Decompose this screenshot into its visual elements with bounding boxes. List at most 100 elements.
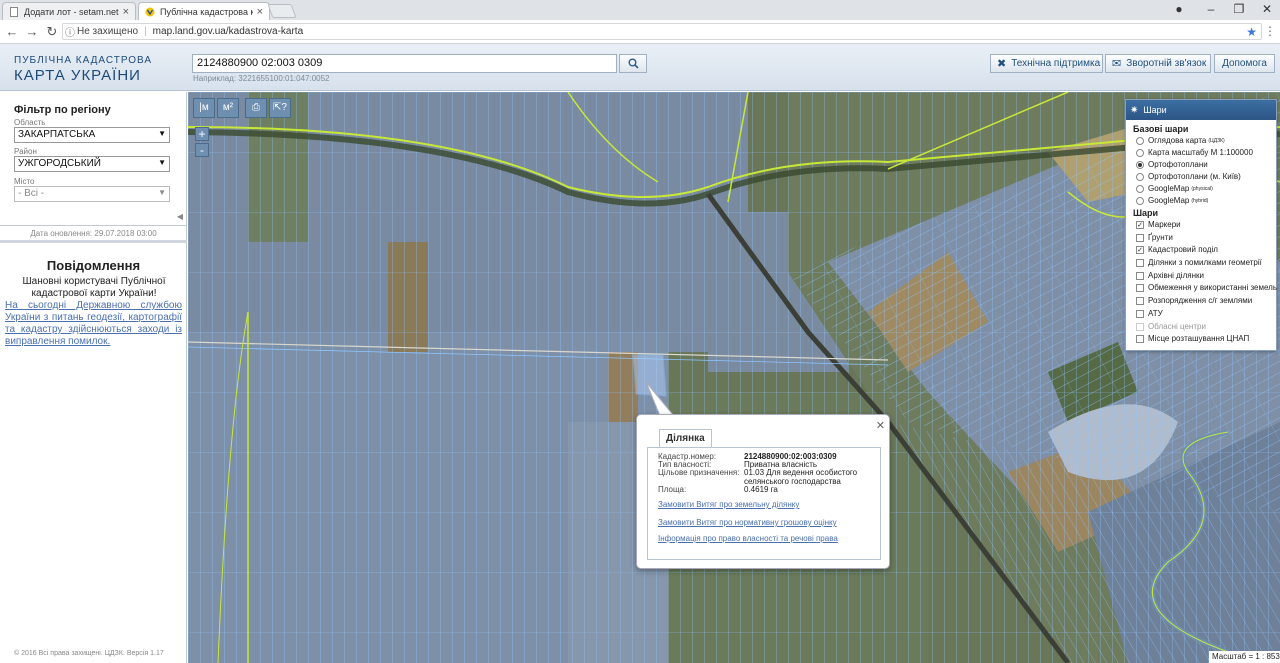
layer-markers[interactable]: ✓ Маркери: [1136, 220, 1181, 229]
layer-label: GoogleMap: [1148, 196, 1190, 205]
orthophoto-map: [188, 92, 1280, 663]
close-window-icon[interactable]: ✕: [1256, 2, 1278, 16]
layer-archive[interactable]: Архівні ділянки: [1136, 271, 1204, 280]
purpose-row: Цільове призначення: 01.03 Для ведення ос…: [658, 468, 872, 486]
checkbox-disabled: [1136, 322, 1144, 331]
cadastral-search-input[interactable]: 2124880900 02:003 0309: [192, 54, 617, 73]
browser-menu-icon[interactable]: ⋮: [1264, 24, 1276, 38]
back-icon[interactable]: ←: [2, 24, 22, 39]
new-tab-button[interactable]: [267, 4, 297, 18]
address-bar[interactable]: ⓘ Не захищено | map.land.gov.ua/kadastro…: [62, 23, 1262, 40]
dropdown-arrow-icon: ▼: [158, 129, 166, 138]
url-text: map.land.gov.ua/kadastrova-karta: [152, 26, 304, 37]
oblast-select[interactable]: ЗАКАРПАТСЬКА ▼: [14, 127, 170, 143]
reload-icon[interactable]: ↻: [42, 24, 62, 40]
radio-button[interactable]: [1136, 136, 1144, 145]
layer-label: Обмеження у використанні земель: [1148, 283, 1277, 292]
feedback-button[interactable]: ✉ Зворотній зв'язок: [1105, 54, 1211, 73]
checkbox[interactable]: [1136, 309, 1144, 318]
purpose-label: Цільове призначення:: [658, 468, 740, 477]
search-button[interactable]: [619, 54, 647, 73]
bookmark-star-icon[interactable]: ★: [1246, 25, 1257, 39]
forward-icon[interactable]: →: [22, 24, 42, 39]
browser-tab-setam[interactable]: Додати лот - setam.net.u ×: [2, 2, 136, 20]
info-icon[interactable]: ⓘ: [63, 24, 77, 39]
close-tab-icon[interactable]: ×: [257, 6, 263, 18]
layer-cnap[interactable]: Місце розташування ЦНАП: [1136, 334, 1249, 343]
layer-soils[interactable]: Ґрунти: [1136, 233, 1173, 242]
misto-select[interactable]: - Всі - ▼: [14, 186, 170, 202]
measure-length-button[interactable]: |м: [193, 98, 215, 118]
base-layer-google-physical[interactable]: GoogleMap (physical): [1136, 184, 1213, 193]
base-layer-ortho-kyiv[interactable]: Ортофотоплани (м. Київ): [1136, 172, 1241, 181]
checkbox[interactable]: [1136, 271, 1144, 280]
zoom-out-button[interactable]: -: [195, 143, 209, 157]
rayon-value: УЖГОРОДСЬКИЙ: [18, 158, 101, 169]
order-valuation-link[interactable]: Замовити Витяг про нормативну грошову оц…: [658, 518, 837, 527]
layer-geometry-errors[interactable]: Ділянки з помилками геометрії: [1136, 258, 1262, 267]
checkbox[interactable]: [1136, 283, 1144, 292]
scale-readout: Масштаб = 1 : 8531: [1209, 651, 1280, 663]
notice-link[interactable]: На сьогодні Державною службою України з …: [5, 300, 182, 348]
radio-button-selected[interactable]: [1136, 160, 1144, 169]
layers-header[interactable]: ✷ Шари: [1126, 100, 1276, 120]
ownership-info-link[interactable]: Інформація про право власності та речові…: [658, 534, 838, 543]
minimize-icon[interactable]: –: [1200, 2, 1222, 16]
misto-label: Місто: [14, 177, 35, 186]
dropdown-arrow-icon: ▼: [158, 188, 166, 197]
layer-label: GoogleMap: [1148, 184, 1190, 193]
copyright: © 2016 Всі права захищені. ЦДЗК. Версія …: [14, 650, 164, 657]
base-layer-google-hybrid[interactable]: GoogleMap (hybrid): [1136, 196, 1208, 205]
close-icon[interactable]: ✕: [876, 419, 885, 432]
browser-tab-bar: Додати лот - setam.net.u × Публічна када…: [0, 0, 1280, 20]
radio-button[interactable]: [1136, 196, 1144, 205]
area-value: 0.4619 га: [744, 485, 778, 494]
parcel-tab[interactable]: Ділянка: [659, 429, 712, 447]
checkbox[interactable]: [1136, 233, 1144, 242]
tools-icon: ✖: [997, 58, 1007, 70]
logo-line1: ПУБЛІЧНА КАДАСТРОВА: [14, 55, 153, 66]
rayon-select[interactable]: УЖГОРОДСЬКИЙ ▼: [14, 156, 170, 172]
map-canvas[interactable]: [188, 92, 1280, 663]
support-button[interactable]: ✖ Технічна підтримка: [990, 54, 1103, 73]
checkbox[interactable]: [1136, 258, 1144, 267]
close-tab-icon[interactable]: ×: [123, 6, 129, 18]
layer-atu[interactable]: АТУ: [1136, 309, 1163, 318]
purpose-value: 01.03 Для ведення особистого селянського…: [744, 468, 858, 486]
checkbox[interactable]: [1136, 334, 1144, 343]
collapse-panel-icon[interactable]: ◀: [174, 212, 186, 224]
radio-button[interactable]: [1136, 148, 1144, 157]
feedback-label: Зворотній зв'язок: [1126, 58, 1207, 69]
identify-button[interactable]: ⇱?: [269, 98, 291, 118]
help-button[interactable]: Допомога: [1214, 54, 1275, 73]
radio-button[interactable]: [1136, 184, 1144, 193]
radio-button[interactable]: [1136, 172, 1144, 181]
checkbox[interactable]: [1136, 296, 1144, 305]
layer-restrictions[interactable]: Обмеження у використанні земель: [1136, 283, 1277, 292]
tab-title: Додати лот - setam.net.u: [24, 6, 119, 17]
checkbox-checked[interactable]: ✓: [1136, 220, 1144, 229]
browser-tab-kadastr[interactable]: Публічна кадастрова ка ×: [138, 2, 270, 20]
base-layer-overview[interactable]: Оглядова карта (ЦДЗК): [1136, 136, 1225, 145]
checkbox-checked[interactable]: ✓: [1136, 245, 1144, 254]
overlay-layers-title: Шари: [1133, 208, 1159, 218]
layer-agri-orders[interactable]: Розпорядження с/г землями: [1136, 296, 1252, 305]
trident-favicon-icon: [145, 7, 155, 16]
base-layer-ortho[interactable]: Ортофотоплани: [1136, 160, 1208, 169]
layer-cadastral[interactable]: ✓ Кадастровий поділ: [1136, 245, 1218, 254]
print-button[interactable]: ⎙: [245, 98, 267, 118]
layers-title: Шари: [1143, 105, 1167, 115]
layer-label: Ортофотоплани (м. Київ): [1148, 172, 1241, 181]
address-separator: |: [144, 26, 147, 37]
dropdown-arrow-icon: ▼: [158, 158, 166, 167]
help-label: Допомога: [1222, 58, 1267, 69]
profile-icon[interactable]: ●: [1168, 2, 1190, 16]
layer-label: Карта масштабу М 1:100000: [1148, 148, 1253, 157]
restore-icon[interactable]: ❐: [1228, 2, 1250, 16]
measure-area-button[interactable]: м²: [217, 98, 239, 118]
layer-label: Місце розташування ЦНАП: [1148, 334, 1250, 343]
zoom-in-button[interactable]: +: [195, 127, 209, 141]
base-layer-100000[interactable]: Карта масштабу М 1:100000: [1136, 148, 1253, 157]
support-label: Технічна підтримка: [1011, 58, 1101, 69]
order-extract-link[interactable]: Замовити Витяг про земельну ділянку: [658, 500, 799, 509]
